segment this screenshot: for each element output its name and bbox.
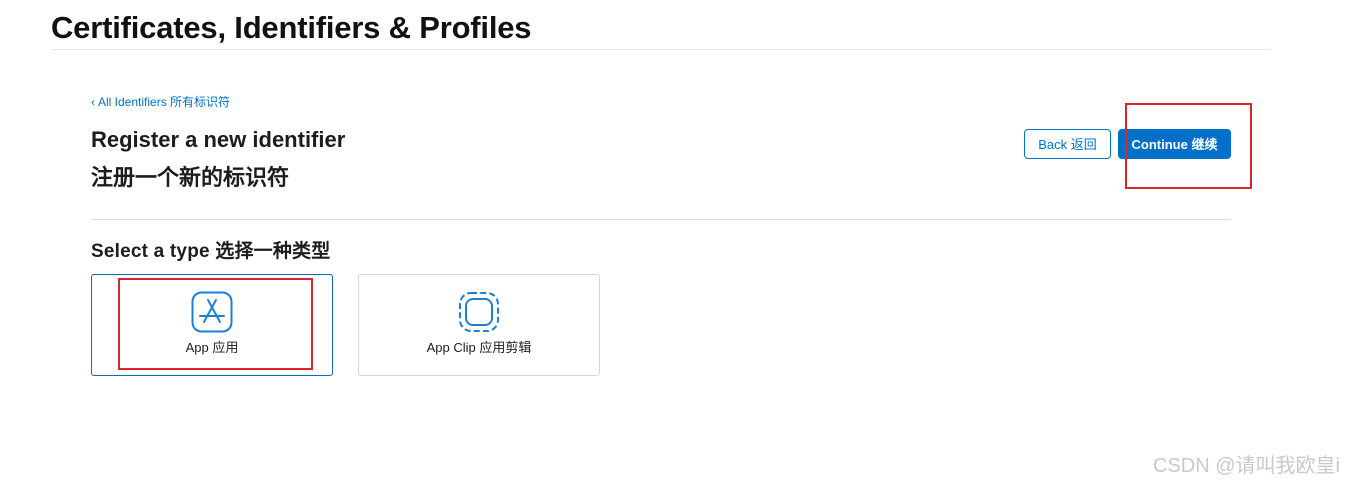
app-clip-icon [459, 292, 499, 332]
page-heading-zh: 注册一个新的标识符 [91, 165, 290, 190]
section-divider [91, 219, 1231, 220]
continue-button[interactable]: Continue 继续 [1118, 129, 1231, 159]
breadcrumb-all-identifiers[interactable]: ‹ All Identifiers 所有标识符 [91, 94, 230, 110]
select-type-title: Select a type 选择一种类型 [91, 241, 331, 262]
watermark: CSDN @请叫我欧皇i [1153, 455, 1340, 477]
page-title: Certificates, Identifiers & Profiles [51, 10, 532, 45]
type-card-app[interactable]: App 应用 [91, 274, 333, 376]
back-button[interactable]: Back 返回 [1024, 129, 1111, 159]
type-card-app-clip-label: App Clip 应用剪辑 [426, 340, 532, 355]
type-card-app-clip[interactable]: App Clip 应用剪辑 [358, 274, 600, 376]
app-store-icon [191, 291, 233, 333]
page-heading-en: Register a new identifier [91, 127, 346, 152]
chevron-left-icon: ‹ [91, 95, 95, 109]
header-divider [51, 49, 1271, 50]
breadcrumb-label: All Identifiers 所有标识符 [98, 95, 231, 109]
type-card-app-label: App 应用 [185, 340, 239, 355]
